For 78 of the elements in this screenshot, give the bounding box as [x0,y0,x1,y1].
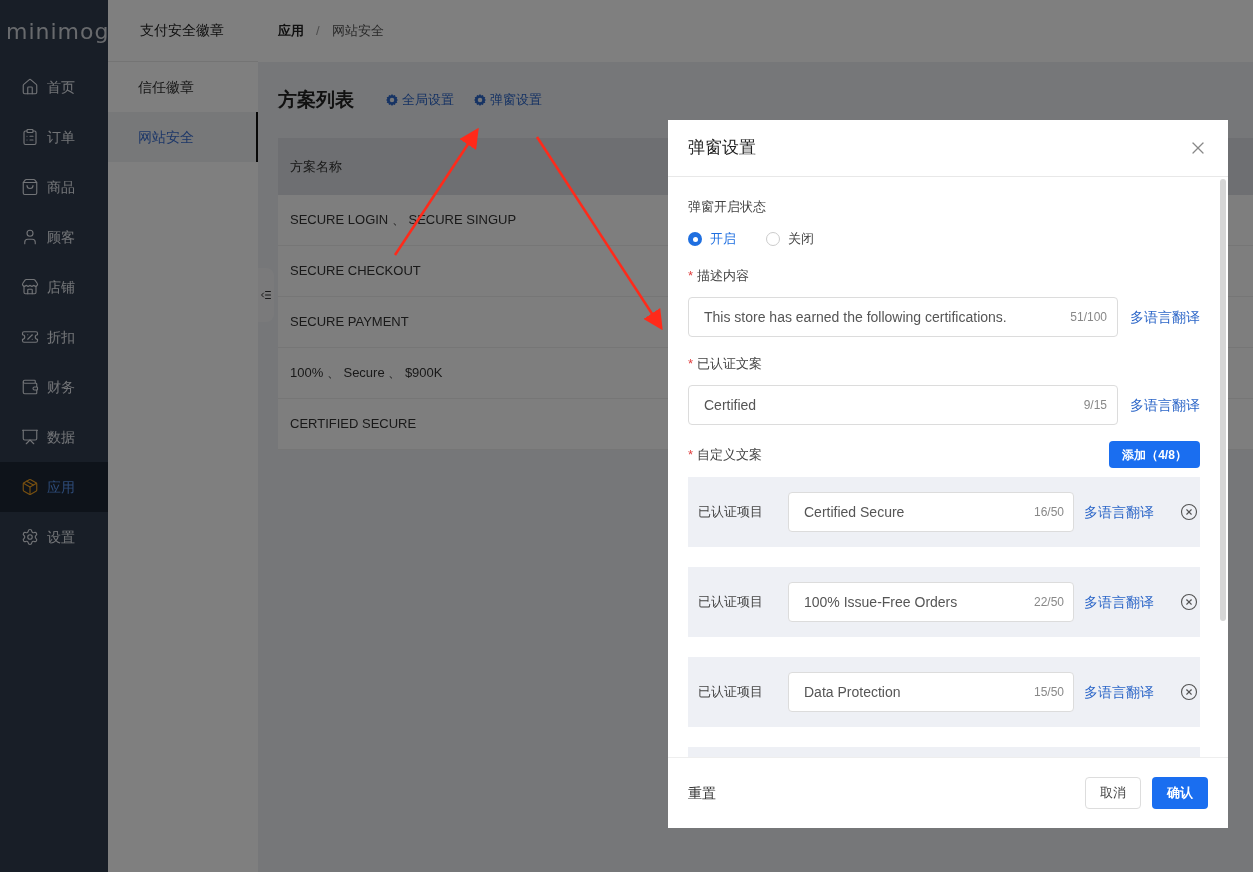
collapse-handle[interactable] [258,268,274,322]
wallet-icon [21,378,39,396]
translate-link[interactable]: 多语言翻译 [1084,681,1154,703]
input-value: Data Protection [804,682,902,702]
input-field[interactable]: Data Protection 15/50 [788,672,1074,712]
remove-button[interactable] [1180,683,1198,701]
input-value: Certified [704,395,758,415]
nav-item[interactable]: 首页 [0,62,108,112]
field-label: 已认证文案 [697,355,763,374]
settings-link[interactable]: 弹窗设置 [474,90,542,110]
item-label: 已认证项目 [698,683,764,702]
field-label: 自定义文案 [697,445,763,464]
input-value: Certified Secure [804,502,906,522]
input-field[interactable]: Certified 9/15 [688,385,1118,425]
translate-link[interactable]: 多语言翻译 [1130,394,1200,416]
char-counter: 15/50 [1033,684,1064,701]
add-button[interactable]: 添加（4/8） [1109,441,1200,468]
store-icon [21,278,39,296]
char-counter: 51/100 [1070,309,1107,326]
section-title: 支付安全徽章 [140,21,224,40]
table-cell-text: 100% 、 Secure 、 $900K [290,364,443,383]
nav-item[interactable]: 财务 [0,362,108,412]
collapse-icon [260,289,272,301]
char-counter: 9/15 [1083,397,1107,414]
sub-nav-item[interactable]: 信任徽章 [108,62,258,112]
user-icon [21,228,39,246]
reset-button[interactable]: 重置 [688,782,716,804]
page-title: 方案列表 [278,87,354,112]
scrollbar-thumb[interactable] [1220,179,1226,621]
nav-item[interactable]: 店铺 [0,262,108,312]
home-icon [21,78,39,96]
box-icon [21,478,39,496]
logo: minimog [6,17,110,46]
input-field[interactable]: Certified Secure 16/50 [788,492,1074,532]
field-label: 描述内容 [697,267,750,286]
settings-link[interactable]: 全局设置 [386,90,454,110]
input-value: This store has earned the following certifications. [704,307,1008,327]
cancel-button[interactable]: 取消 [1085,777,1141,809]
nav-item[interactable]: 设置 [0,512,108,562]
breadcrumb-current: 网站安全 [331,22,384,41]
radio-option[interactable]: 开启 [688,229,736,249]
chart-board-icon [21,428,39,446]
input-value: 100% Issue-Free Orders [804,592,959,612]
item-label: 已认证项目 [698,503,764,522]
remove-button[interactable] [1180,503,1198,521]
ticket-icon [21,328,39,346]
required-mark: * [688,355,694,374]
table-cell-text: CERTIFIED SECURE [290,415,417,434]
nav-item[interactable]: 顾客 [0,212,108,262]
item-label: 已认证项目 [698,593,764,612]
bag-icon [21,178,39,196]
sub-nav-item[interactable]: 网站安全 [108,112,258,162]
nav-item[interactable]: 商品 [0,162,108,212]
required-mark: * [688,267,694,286]
translate-link[interactable]: 多语言翻译 [1084,591,1154,613]
nav-item[interactable]: 数据 [0,412,108,462]
radio-option[interactable]: 关闭 [766,229,814,249]
breadcrumb-separator: / [316,22,320,41]
document-icon [21,128,39,146]
dialog-title: 弹窗设置 [688,137,756,160]
char-counter: 16/50 [1033,504,1064,521]
char-counter: 22/50 [1033,594,1064,611]
field-label: 弹窗开启状态 [688,198,767,215]
nav-item[interactable]: 订单 [0,112,108,162]
nav-item[interactable]: 折扣 [0,312,108,362]
confirm-button[interactable]: 确认 [1152,777,1208,809]
breadcrumb-link[interactable]: 应用 [278,21,304,41]
translate-link[interactable]: 多语言翻译 [1084,501,1154,523]
gear-icon [474,94,486,106]
remove-button[interactable] [1180,593,1198,611]
required-mark: * [688,445,694,464]
table-cell-text: SECURE CHECKOUT [290,262,421,281]
translate-link[interactable]: 多语言翻译 [1130,306,1200,328]
table-cell-text: SECURE PAYMENT [290,313,409,332]
settings-icon [21,528,39,546]
input-field[interactable]: 100% Issue-Free Orders 22/50 [788,582,1074,622]
gear-icon [386,94,398,106]
input-field[interactable]: This store has earned the following certifications. 51/100 [688,297,1118,337]
